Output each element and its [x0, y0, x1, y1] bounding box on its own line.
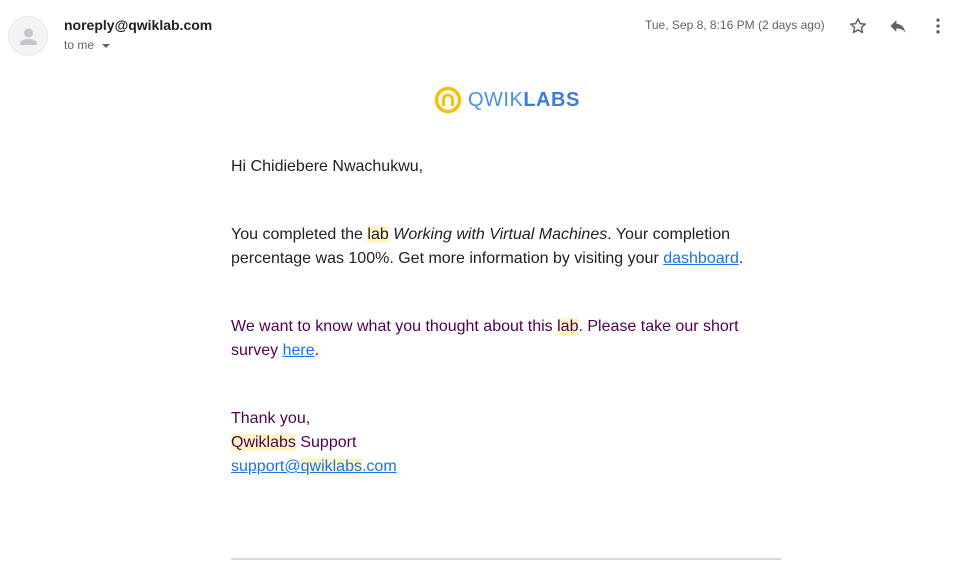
- star-button[interactable]: [844, 12, 872, 40]
- signoff-team: Qwiklabs Support: [231, 434, 357, 451]
- star-icon: [850, 18, 866, 34]
- support-email-link[interactable]: support@qwiklabs.com: [231, 458, 397, 475]
- chevron-down-icon: [102, 43, 111, 48]
- dashboard-link[interactable]: dashboard: [663, 250, 739, 267]
- more-vert-icon: [936, 18, 940, 34]
- survey-paragraph: We want to know what you thought about t…: [231, 318, 739, 359]
- survey-text-start: We want to know what you thought about t…: [231, 318, 558, 335]
- survey-link[interactable]: here: [283, 342, 315, 359]
- person-icon: [20, 28, 37, 45]
- footer-divider: [231, 558, 781, 560]
- recipient-label: to me: [64, 38, 95, 52]
- signature: Thank you, Qwiklabs Support support@qwik…: [231, 407, 397, 479]
- sender-avatar[interactable]: [8, 16, 48, 56]
- completion-text-start: You completed the: [231, 226, 368, 243]
- highlighted-search-term: lab: [367, 226, 389, 243]
- logo-text-labs: LABS: [523, 88, 580, 111]
- greeting: Hi Chidiebere Nwachukwu,: [231, 158, 424, 175]
- highlighted-search-term: qwiklabs: [300, 458, 362, 475]
- logo-text-qwik: QWIK: [468, 88, 524, 111]
- reply-icon: [890, 20, 906, 33]
- recipient-details-toggle[interactable]: to me: [64, 38, 111, 52]
- qwiklabs-logo-icon: [434, 86, 462, 114]
- message-date: Tue, Sep 8, 8:16 PM (2 days ago): [645, 18, 825, 32]
- reply-button[interactable]: [884, 12, 912, 40]
- completion-paragraph: You completed the lab Working with Virtu…: [231, 226, 744, 267]
- highlighted-search-term: lab: [557, 318, 579, 335]
- more-options-button[interactable]: [924, 12, 952, 40]
- highlighted-search-term: Qwiklabs: [231, 434, 296, 451]
- signoff-thanks: Thank you,: [231, 410, 311, 427]
- sender-email[interactable]: noreply@qwiklab.com: [64, 17, 212, 33]
- qwiklabs-logo: QWIK LABS: [434, 86, 580, 114]
- lab-title: Working with Virtual Machines: [393, 226, 608, 243]
